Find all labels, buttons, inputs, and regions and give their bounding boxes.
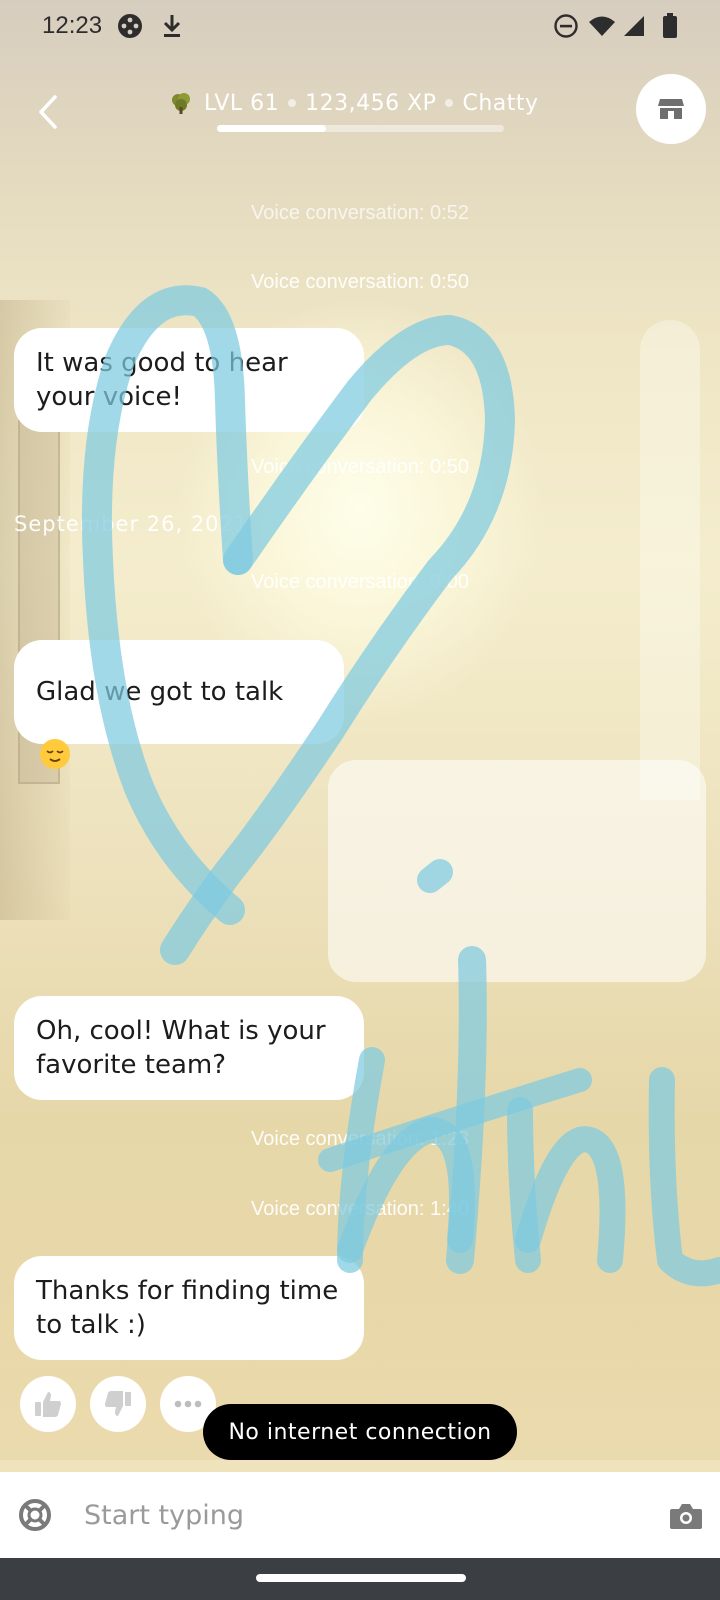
help-button[interactable] bbox=[16, 1496, 54, 1534]
message-composer bbox=[0, 1472, 720, 1558]
xp-label: 123,456 XP bbox=[305, 90, 437, 116]
signal-icon bbox=[620, 12, 648, 40]
relieved-face-emoji bbox=[40, 739, 70, 769]
lifebuoy-icon bbox=[19, 1499, 51, 1531]
status-time: 12:23 bbox=[42, 12, 103, 39]
dislike-button[interactable] bbox=[90, 1376, 146, 1432]
date-separator: September 26, 2021 bbox=[14, 512, 249, 536]
do-not-disturb-icon bbox=[552, 12, 580, 40]
thumbs-down-icon bbox=[105, 1391, 131, 1416]
message-input[interactable] bbox=[84, 1490, 644, 1540]
back-button[interactable] bbox=[28, 84, 68, 140]
voice-call-log: Voice conversation: 0:50 bbox=[251, 456, 469, 478]
like-button[interactable] bbox=[20, 1376, 76, 1432]
home-gesture-handle[interactable] bbox=[256, 1574, 466, 1582]
more-horizontal-icon bbox=[174, 1400, 202, 1408]
chat-screen: 12:23 LVL 61 123,456 XP Chatty Voice con… bbox=[0, 0, 720, 1600]
room-arch bbox=[640, 320, 700, 800]
level-label: LVL 61 bbox=[204, 90, 280, 116]
message-bubble[interactable]: Oh, cool! What is your favorite team? bbox=[14, 996, 364, 1100]
camera-button[interactable] bbox=[666, 1498, 706, 1534]
xp-progress-fill bbox=[217, 125, 327, 132]
message-bubble[interactable]: It was good to hear your voice! bbox=[14, 328, 364, 432]
voice-call-log: Voice conversation: 0:52 bbox=[251, 202, 469, 224]
voice-call-log: Voice conversation: 1:23 bbox=[251, 1128, 469, 1150]
message-bubble-empty[interactable] bbox=[328, 760, 706, 982]
separator-dot bbox=[445, 99, 454, 107]
sprout-icon bbox=[170, 91, 192, 115]
level-indicator[interactable]: LVL 61 123,456 XP Chatty bbox=[170, 86, 550, 120]
message-bubble[interactable]: Thanks for finding time to talk :) bbox=[14, 1256, 364, 1360]
message-text: Glad we got to talk bbox=[36, 677, 284, 707]
game-controller-icon bbox=[116, 12, 144, 40]
store-icon bbox=[658, 99, 684, 119]
message-bubble[interactable]: Glad we got to talk bbox=[14, 640, 344, 769]
mood-label: Chatty bbox=[462, 90, 539, 116]
download-icon bbox=[158, 12, 186, 40]
camera-icon bbox=[670, 1504, 702, 1529]
system-navigation-bar bbox=[0, 1558, 720, 1600]
xp-progress-bar bbox=[217, 125, 504, 132]
no-connection-toast: No internet connection bbox=[203, 1404, 517, 1460]
voice-call-log: Voice conversation: 1:40 bbox=[251, 1198, 469, 1220]
separator-dot bbox=[288, 99, 297, 107]
wifi-icon bbox=[588, 12, 616, 40]
store-button[interactable] bbox=[636, 74, 706, 144]
battery-icon bbox=[656, 12, 684, 40]
status-bar: 12:23 bbox=[0, 0, 720, 54]
voice-call-log: Voice conversation: 0:50 bbox=[251, 271, 469, 293]
thumbs-up-icon bbox=[35, 1392, 61, 1417]
voice-call-log: Voice conversation: 0:00 bbox=[251, 571, 469, 593]
chevron-left-icon bbox=[39, 95, 57, 129]
